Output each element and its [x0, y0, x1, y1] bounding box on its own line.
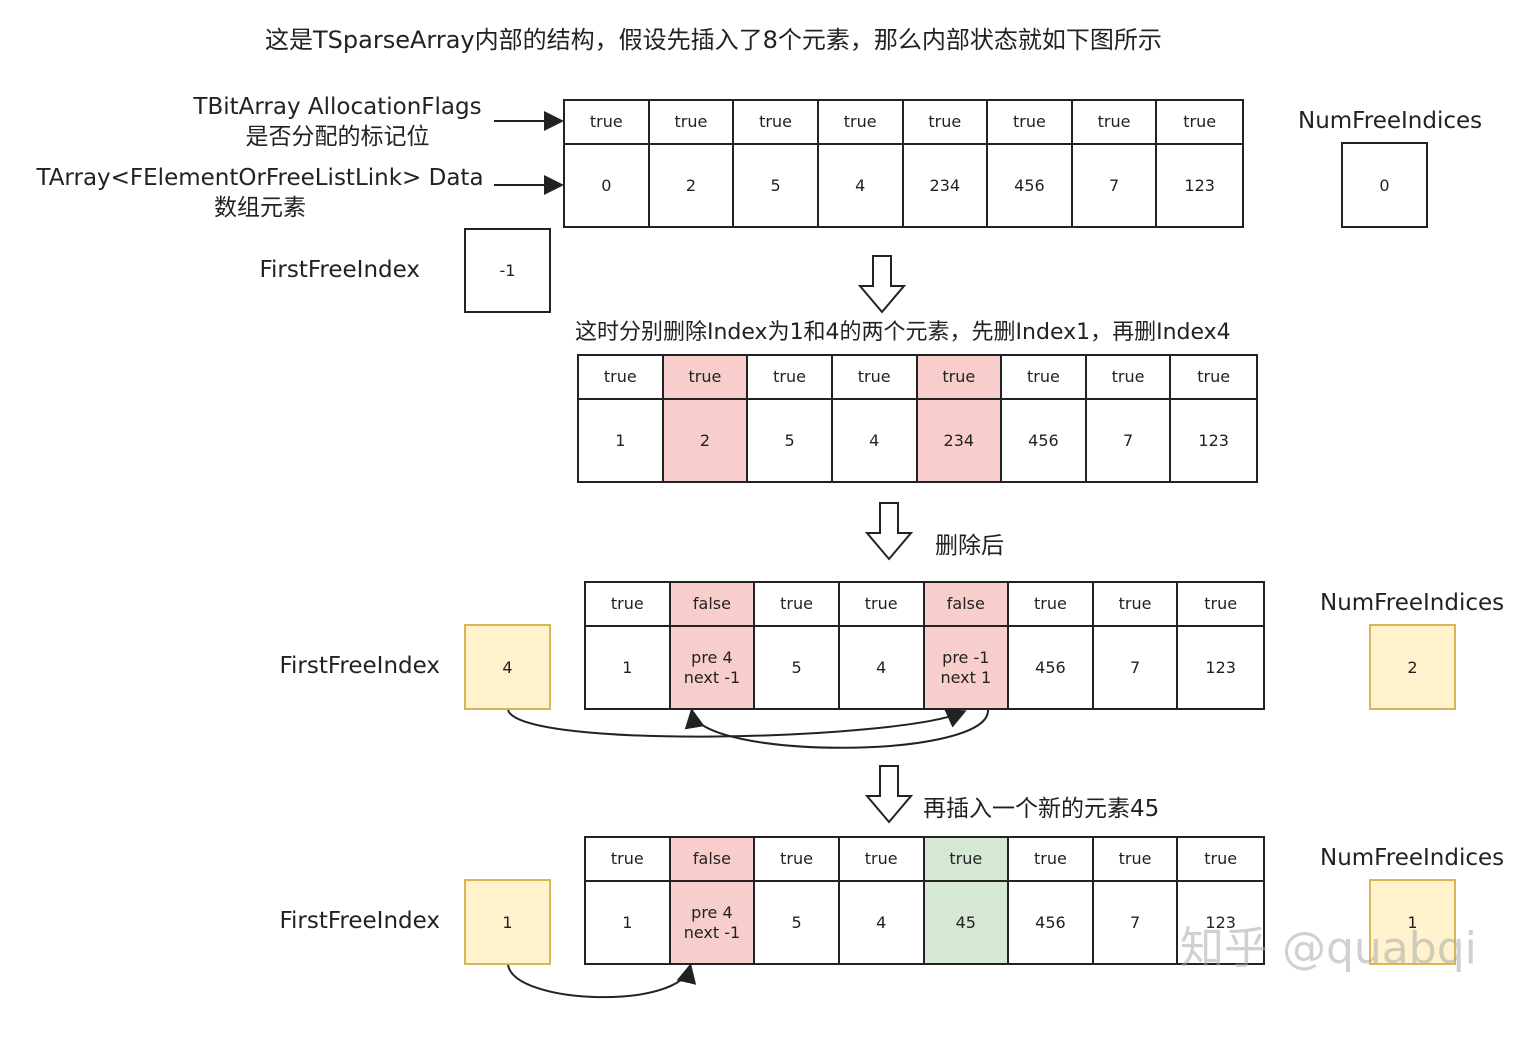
down-arrow-icon — [864, 502, 914, 561]
free-list-link-arrow — [507, 963, 697, 999]
connector-layer — [494, 111, 990, 999]
free-list-link-arrow — [684, 708, 990, 749]
free-list-link-arrow — [507, 709, 967, 738]
watermark: 知乎 @quabqi — [1180, 923, 1477, 974]
down-arrow-icon — [857, 255, 907, 314]
down-arrow-icon — [864, 765, 914, 824]
